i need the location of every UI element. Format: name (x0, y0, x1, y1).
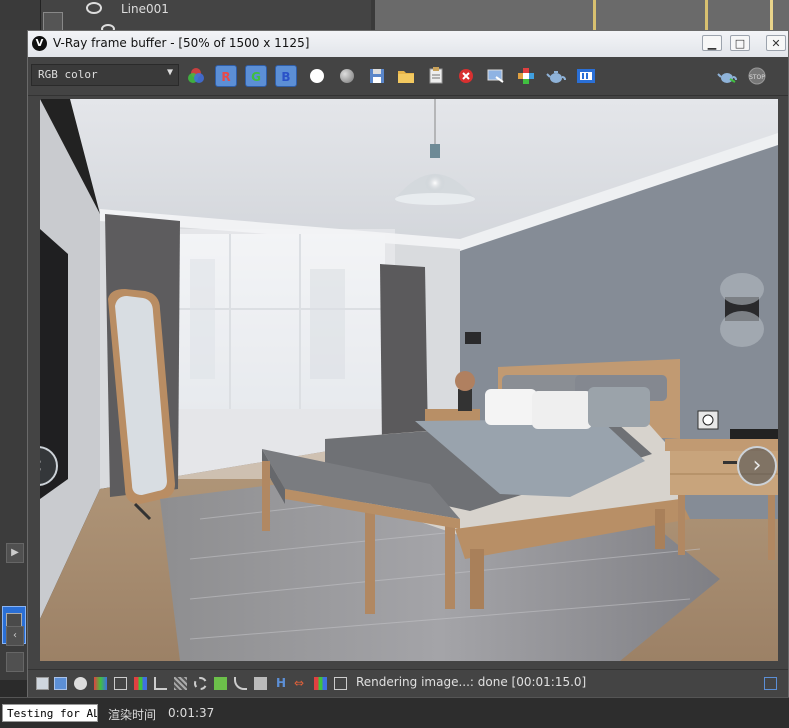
render-image[interactable]: ‹ › (40, 99, 778, 661)
corner-icon[interactable] (764, 677, 777, 690)
h-icon[interactable]: H (276, 677, 289, 690)
chevron-left-icon[interactable]: ‹ (6, 626, 24, 646)
stop-render-icon[interactable]: STOP (746, 65, 768, 87)
levels-icon[interactable] (134, 677, 147, 690)
chevron-down-icon: ▼ (166, 67, 173, 78)
compare-icon[interactable]: ⇔ (294, 677, 307, 690)
render-time-label: 渲染时间 (108, 708, 157, 722)
clipboard-icon[interactable] (425, 65, 447, 87)
channels-icon[interactable] (314, 677, 327, 690)
teapot-icon[interactable] (545, 65, 567, 87)
blue-channel-button[interactable]: B (275, 65, 297, 87)
lut-icon[interactable] (94, 677, 107, 690)
vfb-toolbar: RGB color ▼ R G B STOP (28, 57, 788, 96)
render-status-text: Rendering image...: done [00:01:15.0] (356, 675, 587, 689)
title-bar[interactable]: V V-Ray frame buffer - [50% of 1500 x 11… (28, 31, 788, 58)
maxscript-listener-input[interactable]: Testing for AL( (2, 704, 98, 722)
region-render-icon[interactable] (515, 65, 537, 87)
close-button[interactable]: ✕ (766, 35, 786, 51)
white-circle-icon[interactable] (310, 69, 324, 83)
clear-icon[interactable] (455, 65, 477, 87)
maximize-button[interactable]: □ (730, 35, 750, 51)
gray-circle-icon[interactable] (340, 69, 354, 83)
vray-logo-icon: V (32, 36, 47, 51)
max-background-toolbar: Line001 (0, 0, 789, 34)
max-left-panel: ▶ ‹ (0, 30, 28, 680)
white-balance-icon[interactable] (194, 677, 207, 690)
color-correction-icon[interactable] (54, 677, 67, 690)
channel-dropdown[interactable]: RGB color ▼ (31, 64, 179, 86)
max-bottom-bar: Testing for AL( 渲染时间 0:01:37 (0, 697, 789, 728)
bedroom-render-image (40, 99, 778, 661)
max-viewport-strip (375, 0, 789, 30)
window-title: V-Ray frame buffer - [50% of 1500 x 1125… (53, 36, 310, 50)
vfb-history-icon[interactable] (485, 65, 507, 87)
exposure-icon[interactable] (174, 677, 187, 690)
play-arrow-icon[interactable]: ▶ (6, 543, 24, 563)
vfb-status-bar: H ⇔ Rendering image...: done [00:01:15.0… (28, 669, 788, 697)
svg-text:STOP: STOP (749, 74, 765, 81)
background-icon[interactable] (214, 677, 227, 690)
hsl-icon[interactable] (114, 677, 127, 690)
save-icon[interactable] (366, 65, 388, 87)
histogram-icon[interactable] (154, 677, 167, 690)
film-strip-icon[interactable] (575, 65, 597, 87)
curve-icon[interactable] (234, 677, 247, 690)
red-channel-button[interactable]: R (215, 65, 237, 87)
lut-file-icon[interactable] (254, 677, 267, 690)
color-channels-icon[interactable] (185, 65, 207, 87)
green-channel-button[interactable]: G (245, 65, 267, 87)
next-image-button[interactable]: › (737, 446, 777, 486)
panel-button[interactable] (6, 652, 24, 672)
window-icon[interactable] (36, 677, 49, 690)
info-icon[interactable] (74, 677, 87, 690)
render-time-value: 0:01:37 (168, 706, 215, 720)
folder-icon[interactable] (395, 65, 417, 87)
minimize-button[interactable]: ▁ (702, 35, 722, 51)
lens-effects-icon[interactable] (334, 677, 347, 690)
scene-explorer: Line001 (40, 0, 371, 34)
vray-frame-buffer-window: V V-Ray frame buffer - [50% of 1500 x 11… (27, 30, 789, 697)
render-teapot-icon[interactable] (716, 65, 738, 87)
eye-icon[interactable] (86, 2, 102, 14)
channel-value: RGB color (38, 68, 98, 81)
scene-object-name[interactable]: Line001 (121, 2, 169, 16)
scene-object-icon[interactable] (43, 12, 63, 32)
